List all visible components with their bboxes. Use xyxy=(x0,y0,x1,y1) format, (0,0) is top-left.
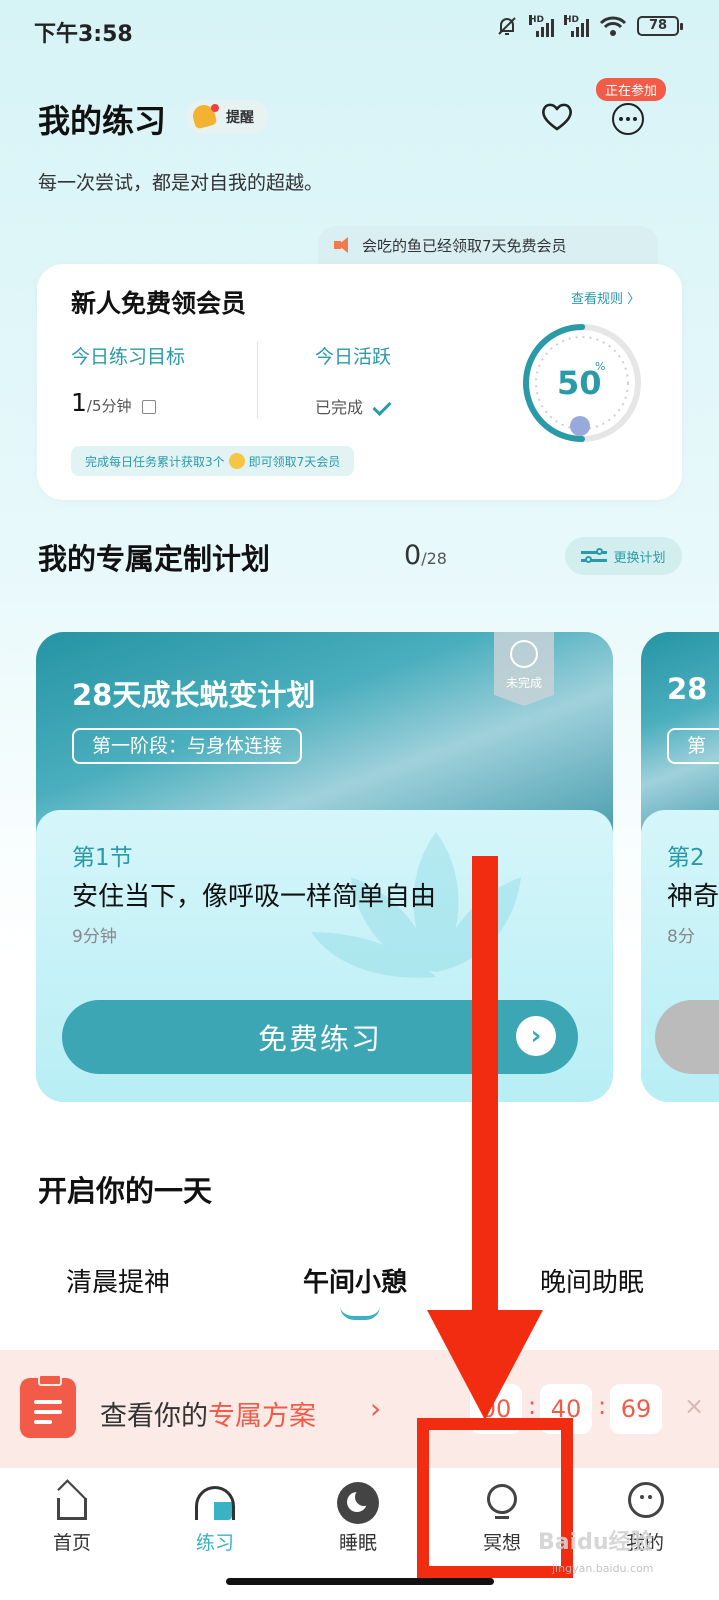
nav-item-home[interactable]: 首页 xyxy=(22,1479,122,1555)
change-plan-label: 更换计划 xyxy=(613,550,666,566)
nav-label: 首页 xyxy=(52,1532,91,1554)
tab-indicator xyxy=(340,1306,380,1320)
daily-goal-label: 今日练习目标 xyxy=(71,346,186,368)
notice-text: 会吃的鱼已经领取7天免费会员 xyxy=(362,236,567,255)
tab-noon[interactable]: 午间小憩 xyxy=(303,1262,407,1299)
clipboard-icon xyxy=(20,1374,76,1438)
promo-text-prefix: 查看你的 xyxy=(100,1401,208,1432)
mute-bell-icon xyxy=(498,17,516,35)
sun-icon xyxy=(228,453,245,469)
tip-suffix: 即可领取7天会员 xyxy=(248,454,341,469)
practice-button[interactable] xyxy=(655,1000,719,1074)
practice-gauge-icon xyxy=(194,1482,236,1522)
watermark: Baidu经验 xyxy=(538,1530,653,1555)
plan-card-title: 28 xyxy=(667,672,708,706)
countdown-seconds: 69 xyxy=(610,1384,662,1434)
moon-icon xyxy=(337,1482,379,1524)
signal-1-icon: HD xyxy=(529,15,554,37)
tab-morning[interactable]: 清晨提神 xyxy=(66,1262,170,1299)
plan-card[interactable]: 28天成长蜕变计划 第一阶段：与身体连接 未完成 第1节 安住当下，像呼吸一样简… xyxy=(36,632,613,1102)
daily-active-value: 已完成 xyxy=(315,394,392,418)
close-icon[interactable]: × xyxy=(684,1392,704,1420)
progress-unit: % xyxy=(595,360,606,373)
lesson-number: 第1节 xyxy=(72,845,133,871)
active-status: 已完成 xyxy=(315,398,364,417)
more-options-button[interactable] xyxy=(612,103,644,135)
annotation-arrow-shaft xyxy=(472,856,498,1326)
nav-item-sleep[interactable]: 睡眠 xyxy=(308,1482,408,1555)
page-title: 我的练习 xyxy=(38,102,167,140)
free-practice-button[interactable]: 免费练习 xyxy=(62,1000,578,1074)
plan-card-title: 28天成长蜕变计划 xyxy=(72,678,316,712)
status-time: 下午3:58 xyxy=(34,22,133,47)
status-icons: HD HD 78 xyxy=(495,14,683,38)
member-notice: 会吃的鱼已经领取7天免费会员 xyxy=(318,226,658,264)
bell-icon xyxy=(190,102,220,132)
tab-night[interactable]: 晚间助眠 xyxy=(540,1262,644,1299)
lesson-title: 神奇 xyxy=(667,882,719,912)
home-icon xyxy=(51,1479,93,1522)
plan-stage-tag: 第 xyxy=(667,728,719,764)
signal-2-icon: HD xyxy=(564,15,589,37)
nav-item-practice[interactable]: 练习 xyxy=(165,1482,265,1555)
free-membership-card[interactable]: 新人免费领会员 查看规则 〉 今日练习目标 1/5分钟 今日活跃 已完成 完成每… xyxy=(37,264,682,500)
promo-text-highlight: 专属方案 xyxy=(208,1401,316,1432)
goal-minutes-done: 1 xyxy=(71,388,87,417)
countdown-separator: : xyxy=(598,1392,607,1420)
lesson-number: 第2 xyxy=(667,845,705,871)
plan-stage-tag: 第一阶段：与身体连接 xyxy=(72,728,303,764)
membership-card-title: 新人免费领会员 xyxy=(71,289,247,318)
reminder-label: 提醒 xyxy=(226,110,254,126)
lesson-title: 安住当下，像呼吸一样简单自由 xyxy=(72,882,437,912)
reminder-button[interactable]: 提醒 xyxy=(186,100,268,134)
battery-icon: 78 xyxy=(637,16,683,36)
membership-tip: 完成每日任务累计获取3个 即可领取7天会员 xyxy=(71,446,355,476)
watermark-url: jingyan.baidu.com xyxy=(552,1562,654,1575)
goal-minutes-total: /5分钟 xyxy=(86,397,132,415)
edit-icon[interactable] xyxy=(141,399,156,414)
view-rules-link[interactable]: 查看规则 〉 xyxy=(571,288,640,307)
daily-active-label: 今日活跃 xyxy=(315,346,392,368)
plan-card[interactable]: 28 第 第2 神奇 8分 xyxy=(641,632,719,1102)
arrow-right-icon: › xyxy=(516,1016,556,1056)
speaker-icon xyxy=(334,237,354,253)
lesson-duration: 8分 xyxy=(667,927,695,947)
tip-prefix: 完成每日任务累计获取3个 xyxy=(85,454,225,469)
annotation-arrow-head xyxy=(427,1310,543,1420)
joining-badge: 正在参加 xyxy=(596,78,667,101)
mascot-icon xyxy=(570,416,590,436)
promo-banner[interactable]: 查看你的专属方案 › 00 : 40 : 69 × xyxy=(0,1350,719,1467)
nav-label: 练习 xyxy=(195,1532,234,1554)
sliders-icon xyxy=(581,547,608,565)
profile-face-icon xyxy=(624,1482,666,1522)
favorite-heart-icon[interactable] xyxy=(540,100,574,134)
check-icon xyxy=(372,396,392,417)
day-section-title: 开启你的一天 xyxy=(38,1174,213,1208)
plan-done-count: 0 xyxy=(404,540,422,571)
nav-label: 睡眠 xyxy=(338,1532,377,1554)
plan-total-count: /28 xyxy=(421,549,447,568)
status-ribbon-label: 未完成 xyxy=(505,676,542,690)
lesson-duration: 9分钟 xyxy=(72,927,117,947)
plan-progress-count: 0/28 xyxy=(404,540,447,571)
promo-text: 查看你的专属方案 xyxy=(100,1394,316,1433)
plan-section-title: 我的专属定制计划 xyxy=(38,542,271,576)
home-indicator[interactable] xyxy=(226,1578,494,1585)
divider xyxy=(257,342,258,418)
incomplete-circle-icon xyxy=(510,640,538,668)
page-subtitle: 每一次尝试，都是对自我的超越。 xyxy=(38,172,324,194)
daily-goal-value: 1/5分钟 xyxy=(71,388,156,417)
chevron-right-icon: › xyxy=(370,1392,382,1425)
change-plan-button[interactable]: 更换计划 xyxy=(565,537,682,575)
wifi-icon xyxy=(599,16,627,36)
